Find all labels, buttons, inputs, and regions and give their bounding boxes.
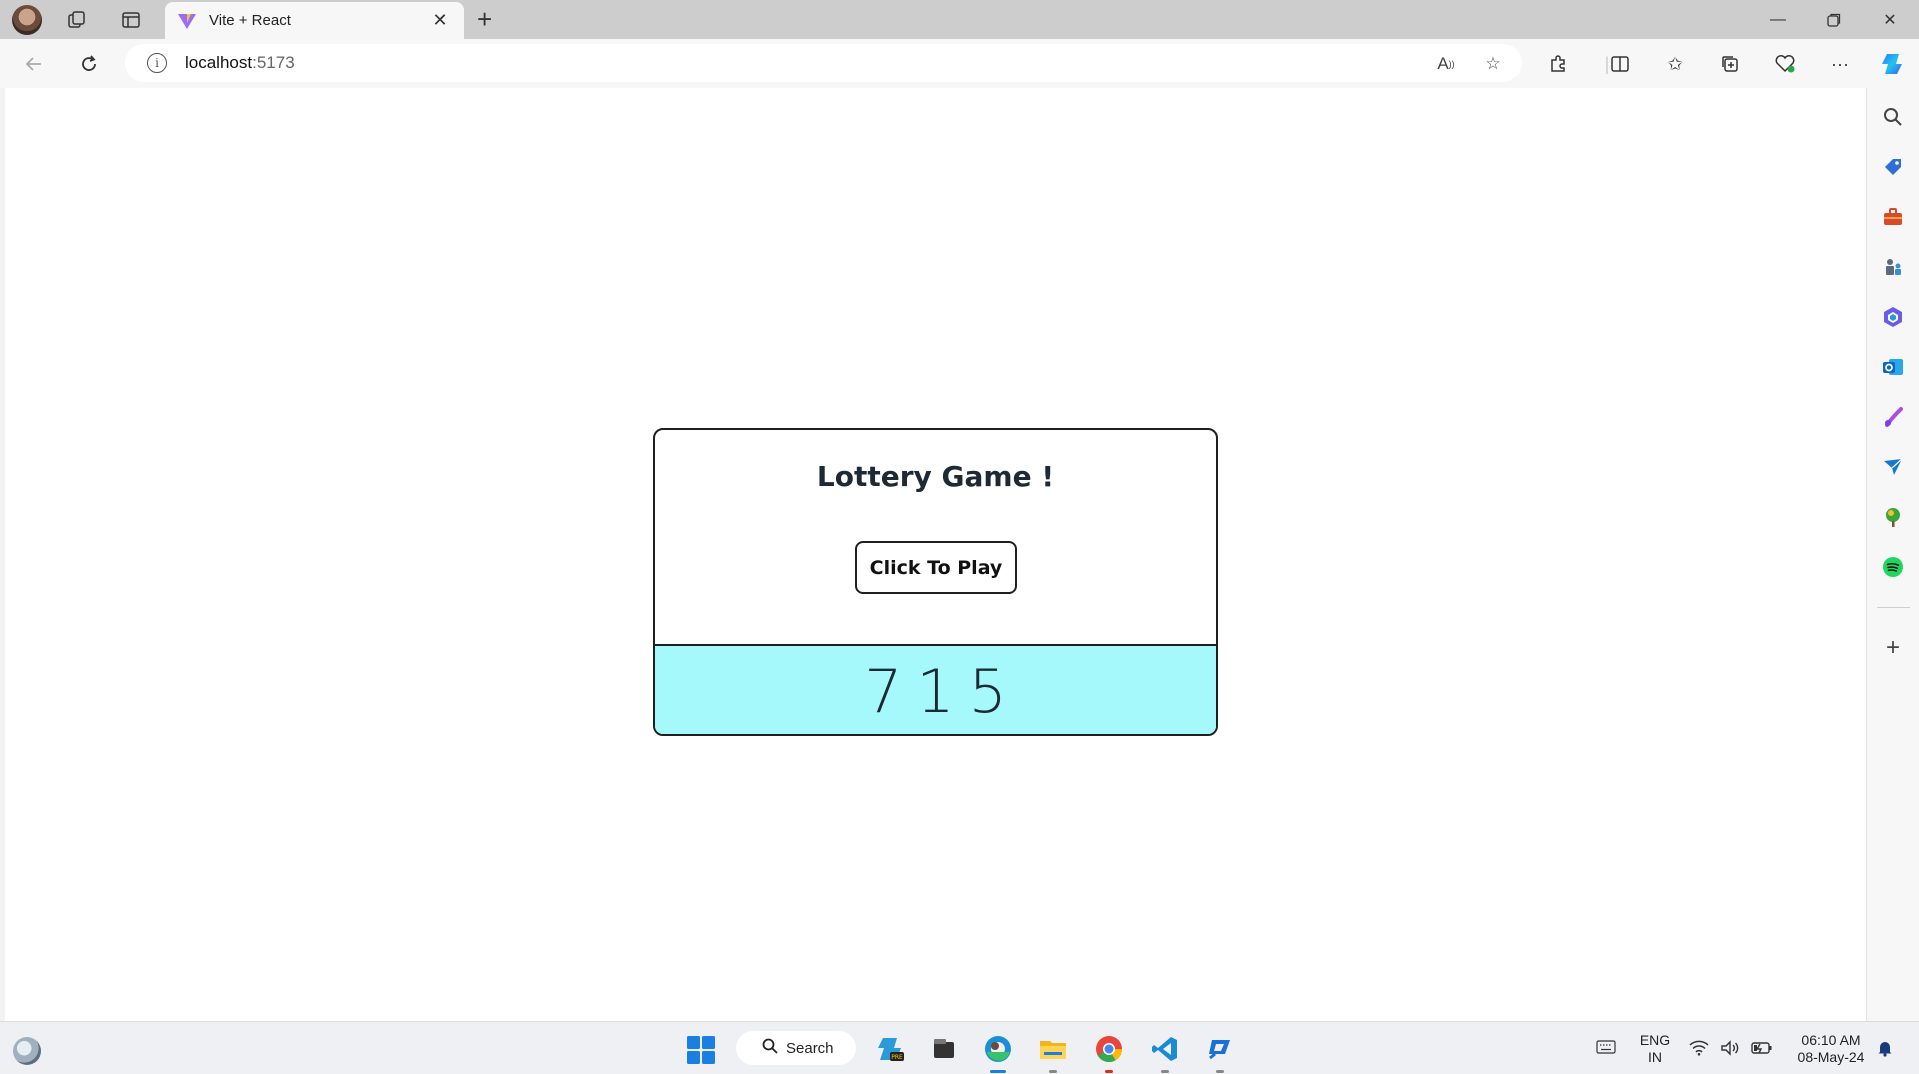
favorites-icon[interactable]: ✩ <box>1661 51 1689 77</box>
sidebar-tools-icon[interactable] <box>1881 205 1905 229</box>
profile-avatar[interactable] <box>12 5 42 35</box>
tab-title: Vite + React <box>209 12 291 29</box>
vscode-app-icon[interactable] <box>1150 1034 1180 1064</box>
sidebar-shopping-icon[interactable] <box>1881 155 1905 179</box>
file-explorer-app-icon[interactable] <box>1038 1034 1068 1064</box>
start-icon[interactable] <box>686 1035 716 1065</box>
file-manager-app-icon[interactable] <box>929 1034 959 1064</box>
chrome-running-indicator <box>1105 1070 1113 1073</box>
sidebar-microsoft365-icon[interactable] <box>1881 305 1905 329</box>
language-region: IN <box>1648 1049 1662 1065</box>
navigation-bar: i localhost:5173 A)) ☆ | ✩ ··· <box>0 39 1919 88</box>
extensions-icon[interactable] <box>1544 51 1572 77</box>
chrome-app-icon[interactable] <box>1094 1034 1124 1064</box>
close-window-icon[interactable]: ✕ <box>1862 4 1918 36</box>
site-info-icon[interactable]: i <box>147 53 167 73</box>
edge-sidebar: + <box>1866 88 1919 1021</box>
remote-running-indicator <box>1216 1070 1224 1073</box>
read-aloud-icon[interactable]: A)) <box>1435 53 1457 75</box>
clock-date: 08-May-24 <box>1797 1049 1865 1065</box>
ticket-display: 715 <box>655 644 1216 734</box>
sidebar-games-icon[interactable] <box>1881 255 1905 279</box>
refresh-icon[interactable] <box>73 48 105 80</box>
volume-icon[interactable] <box>1720 1040 1742 1060</box>
keyboard-icon[interactable] <box>1596 1040 1616 1058</box>
search-icon <box>762 1038 778 1059</box>
wifi-icon[interactable] <box>1689 1040 1709 1060</box>
page-title: Lottery Game ! <box>816 460 1055 493</box>
search-label: Search <box>786 1039 834 1057</box>
address-bar[interactable]: i localhost:5173 A)) ☆ <box>125 44 1522 82</box>
sidebar-divider <box>1877 607 1910 608</box>
language-code: ENG <box>1639 1032 1671 1048</box>
notifications-bell-icon[interactable] <box>1876 1039 1894 1061</box>
active-tab[interactable]: Vite + React ✕ <box>165 2 464 39</box>
edge-app-icon[interactable] <box>983 1034 1013 1064</box>
battery-icon[interactable] <box>1751 1040 1773 1060</box>
taskbar: Search PRE ENG IN 06:10 AM 08-May-24 <box>0 1021 1919 1074</box>
sidebar-tree-icon[interactable] <box>1881 505 1905 529</box>
workspaces-icon[interactable] <box>62 6 92 34</box>
back-icon[interactable] <box>18 48 50 80</box>
sidebar-designer-icon[interactable] <box>1881 405 1905 429</box>
copilot-preview-app-icon[interactable]: PRE <box>875 1034 905 1064</box>
sidebar-send-icon[interactable] <box>1881 455 1905 479</box>
explorer-running-indicator <box>1049 1070 1057 1073</box>
vertical-tabs-icon[interactable] <box>116 6 146 34</box>
favorite-star-icon[interactable]: ☆ <box>1482 53 1504 75</box>
vite-logo-icon <box>178 13 196 29</box>
copilot-icon[interactable] <box>1878 51 1906 77</box>
more-options-icon[interactable]: ··· <box>1826 51 1854 77</box>
sidebar-search-icon[interactable] <box>1881 105 1905 129</box>
remote-desktop-app-icon[interactable] <box>1205 1034 1235 1064</box>
browser-essentials-icon[interactable] <box>1771 51 1799 77</box>
svg-text:PRE: PRE <box>891 1054 903 1061</box>
tab-close-icon[interactable]: ✕ <box>428 10 452 31</box>
sidebar-outlook-icon[interactable] <box>1881 355 1905 379</box>
taskbar-search[interactable]: Search <box>736 1031 856 1065</box>
ticket-digit: 7 <box>864 657 903 727</box>
split-screen-icon[interactable] <box>1606 51 1634 77</box>
sidebar-spotify-icon[interactable] <box>1881 555 1905 579</box>
clock[interactable]: 06:10 AM 08-May-24 <box>1790 1032 1872 1066</box>
restore-icon[interactable] <box>1806 4 1862 36</box>
lottery-card: Lottery Game ! Click To Play 715 <box>653 428 1218 736</box>
click-to-play-button[interactable]: Click To Play <box>855 541 1017 594</box>
clock-time: 06:10 AM <box>1801 1032 1861 1048</box>
new-tab-icon[interactable]: + <box>477 5 492 33</box>
url-host: localhost <box>185 53 253 72</box>
sidebar-add-icon[interactable]: + <box>1881 636 1905 660</box>
url-port: :5173 <box>252 53 295 72</box>
collections-icon[interactable] <box>1716 51 1744 77</box>
minimize-icon[interactable]: — <box>1750 4 1806 36</box>
weather-widget-icon[interactable] <box>13 1037 41 1065</box>
ticket-digit: 1 <box>916 657 955 727</box>
vscode-running-indicator <box>1161 1070 1169 1073</box>
edge-running-indicator <box>990 1070 1006 1073</box>
language-indicator[interactable]: ENG IN <box>1637 1032 1673 1066</box>
ticket-digit: 5 <box>968 657 1007 727</box>
title-bar: Vite + React ✕ + — ✕ <box>0 0 1919 39</box>
